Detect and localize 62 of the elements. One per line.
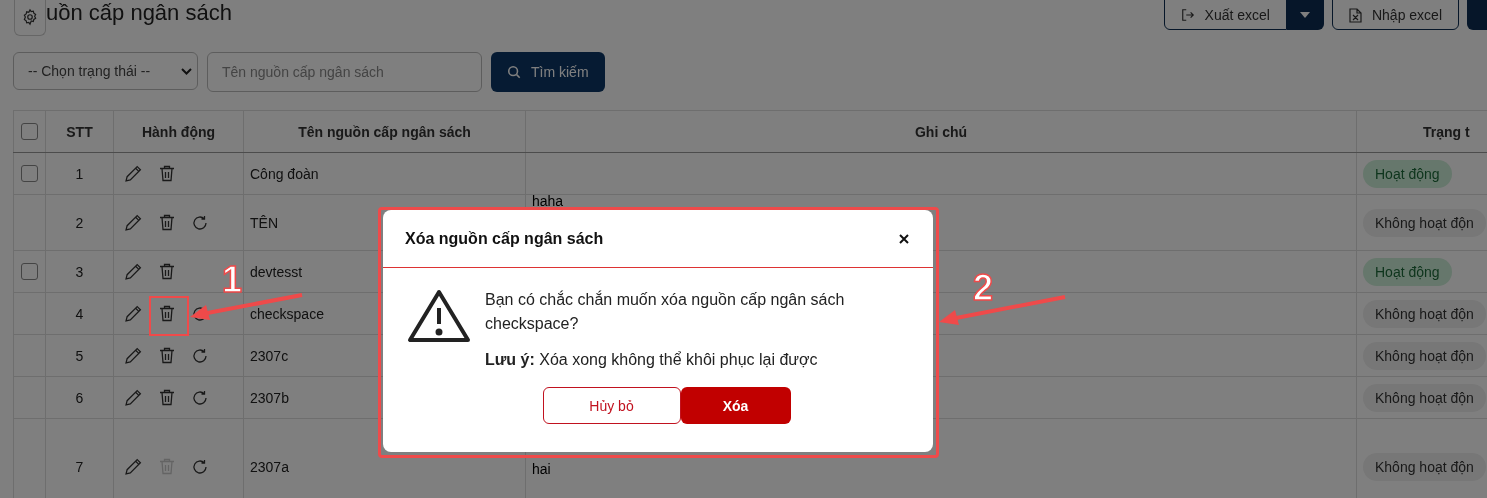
row-number: 5 xyxy=(45,334,114,377)
trash-icon[interactable] xyxy=(159,305,175,322)
refresh-icon[interactable] xyxy=(192,347,208,364)
pencil-icon[interactable] xyxy=(125,214,142,231)
column-header: Hành động xyxy=(113,110,244,153)
warning-icon xyxy=(407,288,471,344)
pencil-icon[interactable] xyxy=(125,389,142,406)
chevron-icon xyxy=(181,67,192,75)
excel-file-icon xyxy=(1348,7,1362,23)
search-button[interactable]: Tìm kiếm xyxy=(491,52,605,92)
export-excel-button[interactable]: Xuất excel xyxy=(1163,0,1287,30)
column-header: Ghi chú xyxy=(525,110,1357,153)
import-excel-button[interactable]: Nhập excel xyxy=(1331,0,1459,30)
status-badge: Không hoạt độn xyxy=(1363,208,1486,237)
caret-icon xyxy=(1300,11,1311,18)
refresh-icon[interactable] xyxy=(192,214,208,231)
row-number: 1 xyxy=(45,152,114,195)
column-header: STT xyxy=(45,110,114,153)
status-select[interactable]: -- Chọn trạng thái -- xyxy=(13,52,198,90)
status-badge: Hoạt động xyxy=(1363,257,1452,286)
note-cell: haha xyxy=(532,193,564,209)
name-search-field[interactable]: Tên nguồn cấp ngân sách xyxy=(207,52,482,92)
trash-icon[interactable] xyxy=(159,214,175,231)
status-badge: Không hoạt độn xyxy=(1363,452,1486,481)
trash-icon[interactable] xyxy=(159,347,175,364)
row-number: 6 xyxy=(45,376,114,419)
pencil-icon[interactable] xyxy=(125,263,142,280)
row-number: 2 xyxy=(45,194,114,251)
status-badge: Không hoạt độn xyxy=(1363,341,1486,370)
trash-icon[interactable] xyxy=(159,389,175,406)
cancel-button[interactable]: Hủy bỏ xyxy=(542,387,681,424)
row-number: 3 xyxy=(45,250,114,293)
row-checkbox[interactable] xyxy=(21,263,38,281)
trash-icon[interactable] xyxy=(159,165,175,182)
pencil-icon[interactable] xyxy=(125,458,142,475)
close-icon[interactable] xyxy=(899,233,909,244)
refresh-icon[interactable] xyxy=(192,389,208,406)
column-header: Trạng t xyxy=(1356,110,1487,153)
page-title: uồn cấp ngân sách xyxy=(46,0,232,26)
status-badge: Không hoạt độn xyxy=(1363,299,1486,328)
row-number: 4 xyxy=(45,292,114,335)
column-header: Tên nguồn cấp ngân sách xyxy=(243,110,526,153)
note-cell: hai xyxy=(532,461,551,477)
status-badge: Hoạt động xyxy=(1363,159,1452,188)
annotation-number: 2 xyxy=(973,270,994,306)
select-all-checkbox[interactable] xyxy=(21,123,38,141)
settings-button[interactable] xyxy=(14,0,46,36)
export-dropdown-button[interactable] xyxy=(1286,0,1324,30)
highlight-box xyxy=(149,296,189,336)
name-cell: Công đoàn xyxy=(243,152,526,195)
pencil-icon[interactable] xyxy=(125,165,142,182)
search-icon xyxy=(507,65,521,79)
annotation-number: 1 xyxy=(222,262,243,298)
export-icon xyxy=(1180,8,1195,22)
row-checkbox[interactable] xyxy=(21,165,38,183)
pencil-icon[interactable] xyxy=(125,305,142,322)
status-badge: Không hoạt độn xyxy=(1363,383,1486,412)
refresh-icon[interactable] xyxy=(192,458,208,475)
trash-icon[interactable] xyxy=(159,263,175,280)
delete-button[interactable]: Xóa xyxy=(680,387,791,424)
pencil-icon[interactable] xyxy=(125,347,142,364)
settings-icon xyxy=(21,8,39,26)
